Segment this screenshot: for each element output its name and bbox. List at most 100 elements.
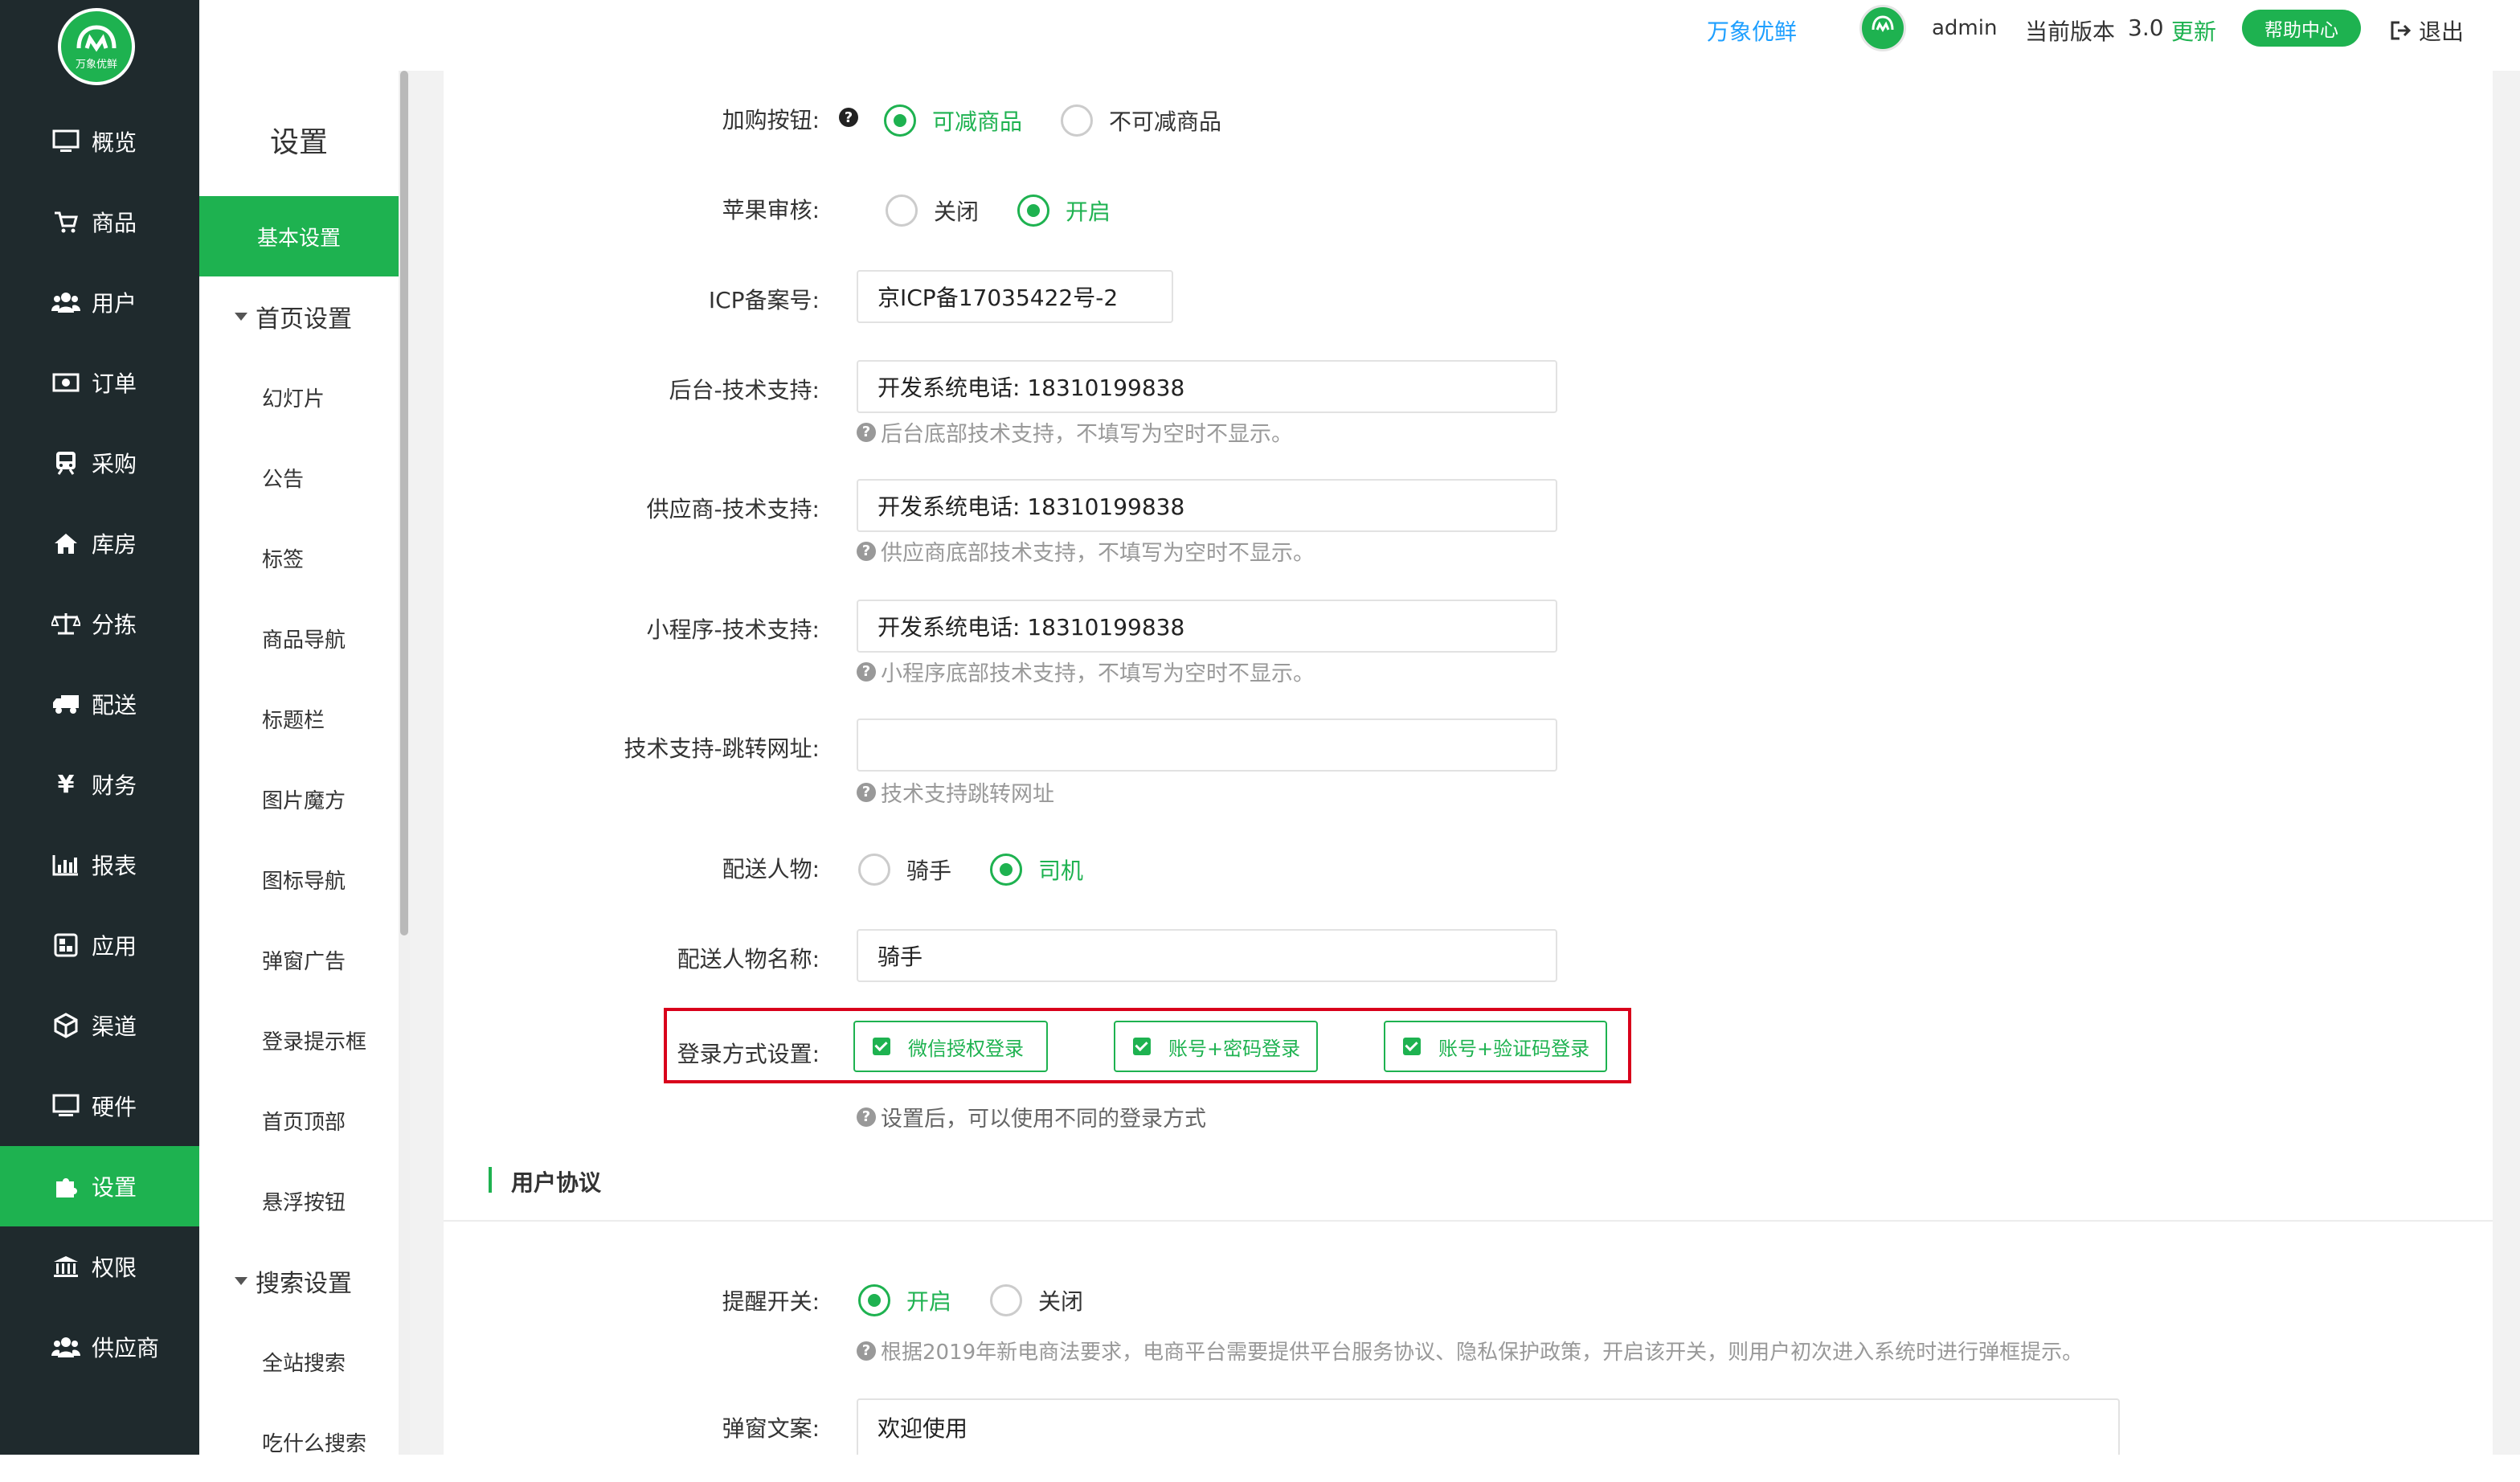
bar-chart-icon — [50, 849, 82, 881]
question-icon: ? — [857, 422, 876, 442]
supplier-support-help: ? 供应商底部技术支持，不填写为空时不显示。 — [857, 535, 1315, 567]
radio-add-button-reducible[interactable]: 可减商品 — [884, 104, 1022, 137]
sidebar-item-label: 渠道 — [92, 1013, 137, 1040]
avatar[interactable] — [1859, 5, 1906, 51]
update-link[interactable]: 更新 — [2171, 14, 2216, 47]
subnav-group-home[interactable]: 首页设置 — [199, 276, 399, 357]
sidebar-item-goods[interactable]: 商品 — [0, 182, 199, 262]
question-icon: ? — [857, 782, 876, 802]
sidebar-item-label: 分拣 — [92, 612, 137, 638]
version-number: 3.0 — [2128, 14, 2164, 41]
scale-icon — [50, 608, 82, 640]
subnav-item[interactable]: 公告 — [199, 437, 399, 518]
sidebar-item-reports[interactable]: 报表 — [0, 825, 199, 905]
subnav-title: 设置 — [269, 126, 328, 159]
sidebar-item-apps[interactable]: 应用 — [0, 905, 199, 985]
cart-icon — [50, 206, 82, 238]
sidebar-item-users[interactable]: 用户 — [0, 262, 199, 342]
sidebar-item-orders[interactable]: 订单 — [0, 342, 199, 423]
checkbox-password-login[interactable]: 账号+密码登录 — [1114, 1021, 1318, 1072]
delivery-name-input[interactable]: 骑手 — [857, 929, 1557, 982]
subnav-item[interactable]: 吃什么搜索 — [199, 1402, 399, 1482]
main-sidebar: 万象优鲜 概览 商品 用户 订单 采购 库房 分拣 配送 ¥ 财务 报表 应用 … — [0, 0, 199, 1455]
sidebar-item-label: 概览 — [92, 129, 137, 156]
subnav-group-search[interactable]: 搜索设置 — [199, 1241, 399, 1321]
checkbox-code-login[interactable]: 账号+验证码登录 — [1384, 1021, 1607, 1072]
sidebar-item-label: 设置 — [92, 1174, 137, 1201]
icp-label: ICP备案号: — [708, 287, 820, 313]
subnav-item[interactable]: 标签 — [199, 518, 399, 598]
subnav-item[interactable]: 首页顶部 — [199, 1080, 399, 1161]
subnav-item[interactable]: 图标导航 — [199, 839, 399, 919]
question-icon[interactable]: ? — [839, 108, 858, 127]
sidebar-item-hardware[interactable]: 硬件 — [0, 1066, 199, 1146]
sidebar-item-finance[interactable]: ¥ 财务 — [0, 744, 199, 825]
subnav-item[interactable]: 悬浮按钮 — [199, 1161, 399, 1241]
radio-apple-review-off[interactable]: 关闭 — [886, 194, 979, 227]
section-divider — [444, 1220, 2493, 1222]
sidebar-item-purchase[interactable]: 采购 — [0, 423, 199, 503]
supplier-support-input[interactable]: 开发系统电话: 18310199838 — [857, 479, 1557, 532]
mini-support-input[interactable]: 开发系统电话: 18310199838 — [857, 600, 1557, 653]
support-url-input[interactable] — [857, 718, 1557, 772]
settings-subnav: 设置 基本设置 首页设置 幻灯片 公告 标签 商品导航 标题栏 图片魔方 图标导… — [199, 71, 399, 1456]
subnav-scrollbar-thumb[interactable] — [400, 71, 408, 935]
puzzle-icon — [50, 1170, 82, 1202]
users-icon — [50, 286, 82, 318]
question-icon: ? — [857, 541, 876, 561]
popup-text-input[interactable]: 欢迎使用 — [857, 1398, 2120, 1455]
radio-add-button-nonreducible[interactable]: 不可减商品 — [1061, 104, 1221, 137]
subnav-item[interactable]: 幻灯片 — [199, 357, 399, 437]
bank-icon — [50, 1251, 82, 1283]
radio-reminder-on[interactable]: 开启 — [858, 1284, 951, 1316]
subnav-item[interactable]: 标题栏 — [199, 678, 399, 759]
mini-support-help: ? 小程序底部技术支持，不填写为空时不显示。 — [857, 656, 1315, 687]
subnav-item[interactable]: 全站搜索 — [199, 1321, 399, 1402]
apps-icon — [50, 929, 82, 961]
subnav-item[interactable]: 弹窗广告 — [199, 919, 399, 1000]
radio-delivery-driver[interactable]: 司机 — [990, 854, 1083, 886]
sidebar-item-delivery[interactable]: 配送 — [0, 664, 199, 744]
subnav-basic-settings[interactable]: 基本设置 — [199, 196, 399, 276]
mini-support-label: 小程序-技术支持: — [646, 616, 820, 643]
help-center-button[interactable]: 帮助中心 — [2242, 10, 2361, 47]
sidebar-item-label: 供应商 — [92, 1335, 160, 1361]
sidebar-item-suppliers[interactable]: 供应商 — [0, 1307, 199, 1387]
icp-input[interactable]: 京ICP备17035422号-2 — [857, 270, 1173, 323]
username[interactable]: admin — [1932, 16, 1997, 40]
subnav-item[interactable]: 登录提示框 — [199, 1000, 399, 1080]
sidebar-item-label: 配送 — [92, 692, 137, 718]
home-icon — [50, 527, 82, 559]
sidebar-item-settings[interactable]: 设置 — [0, 1146, 199, 1226]
sidebar-item-channels[interactable]: 渠道 — [0, 985, 199, 1066]
question-icon: ? — [857, 1107, 876, 1127]
checkbox-wechat-login[interactable]: 微信授权登录 — [853, 1021, 1048, 1072]
brand-logo[interactable]: 万象优鲜 — [58, 8, 135, 85]
sidebar-item-permissions[interactable]: 权限 — [0, 1226, 199, 1307]
cube-icon — [50, 1009, 82, 1042]
radio-apple-review-on[interactable]: 开启 — [1017, 194, 1111, 227]
logout-label: 退出 — [2419, 18, 2465, 45]
delivery-name-label: 配送人物名称: — [677, 946, 820, 972]
subnav-item[interactable]: 商品导航 — [199, 598, 399, 678]
radio-reminder-off[interactable]: 关闭 — [990, 1284, 1083, 1316]
yen-icon: ¥ — [57, 770, 75, 799]
caret-down-icon — [235, 313, 248, 321]
sidebar-item-warehouse[interactable]: 库房 — [0, 503, 199, 583]
question-icon: ? — [857, 1341, 876, 1361]
reminder-help: ? 根据2019年新电商法要求，电商平台需要提供平台服务协议、隐私保护政策，开启该… — [857, 1336, 2083, 1365]
sidebar-item-sorting[interactable]: 分拣 — [0, 583, 199, 664]
radio-delivery-rider[interactable]: 骑手 — [858, 854, 951, 886]
desktop-icon — [50, 1090, 82, 1122]
brand-link[interactable]: 万象优鲜 — [1707, 14, 1797, 47]
sidebar-item-label: 库房 — [92, 531, 137, 558]
monitor-icon — [50, 125, 82, 158]
admin-support-input[interactable]: 开发系统电话: 18310199838 — [857, 360, 1557, 413]
delivery-person-label: 配送人物: — [722, 856, 820, 882]
reminder-label: 提醒开关: — [722, 1288, 820, 1315]
sidebar-item-overview[interactable]: 概览 — [0, 101, 199, 182]
logout-button[interactable]: 退出 — [2390, 14, 2464, 47]
subnav-group-label: 首页设置 — [256, 305, 352, 334]
caret-down-icon — [235, 1277, 248, 1285]
subnav-item[interactable]: 图片魔方 — [199, 759, 399, 839]
